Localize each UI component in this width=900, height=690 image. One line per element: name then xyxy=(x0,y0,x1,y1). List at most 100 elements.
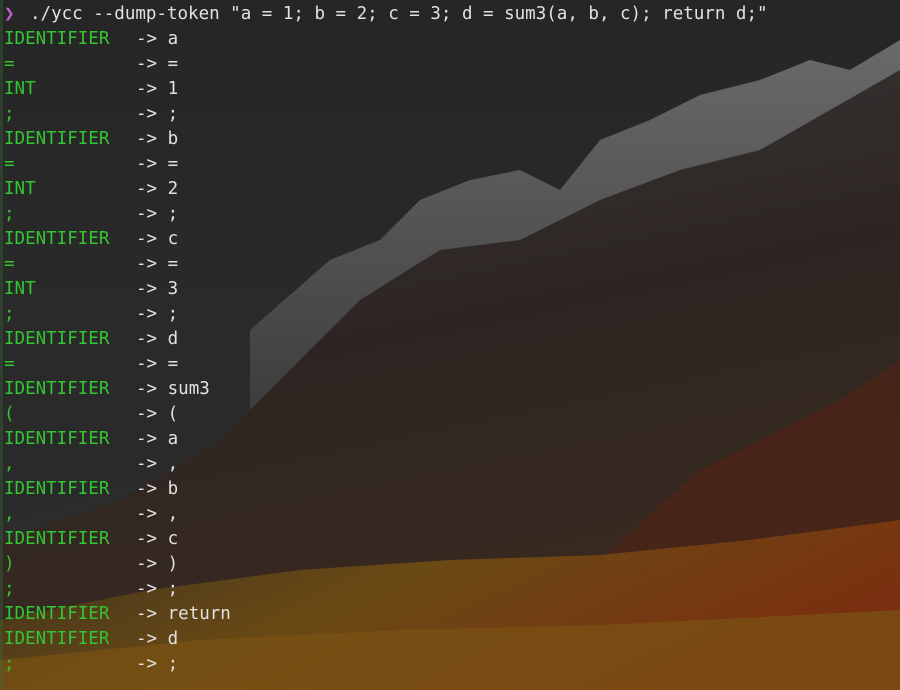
token-value: ; xyxy=(167,204,179,224)
token-type: = xyxy=(4,354,15,374)
token-line: = -> = xyxy=(4,252,900,277)
token-arrow: -> xyxy=(136,654,158,674)
token-list: IDENTIFIER -> a = -> = INT -> 1; -> ; IDENTIFIE… xyxy=(4,27,900,677)
token-arrow: -> xyxy=(136,629,158,649)
token-type: ; xyxy=(4,104,15,124)
token-type: IDENTIFIER xyxy=(4,329,110,349)
token-value: ; xyxy=(167,304,179,324)
token-line: IDENTIFIER -> b xyxy=(4,477,900,502)
token-line: ; -> ; xyxy=(4,302,900,327)
token-arrow: -> xyxy=(136,379,158,399)
token-arrow: -> xyxy=(136,479,158,499)
token-type: = xyxy=(4,254,15,274)
token-value: 2 xyxy=(167,179,179,199)
token-arrow: -> xyxy=(136,154,158,174)
token-type: IDENTIFIER xyxy=(4,29,110,49)
token-value: = xyxy=(167,154,179,174)
token-arrow: -> xyxy=(136,504,158,524)
token-value: return xyxy=(167,604,231,624)
token-type: IDENTIFIER xyxy=(4,429,110,449)
token-value: ) xyxy=(167,554,179,574)
token-line: IDENTIFIER -> a xyxy=(4,27,900,52)
token-line: IDENTIFIER -> b xyxy=(4,127,900,152)
token-type: ( xyxy=(4,404,15,424)
token-type: IDENTIFIER xyxy=(4,229,110,249)
token-type: , xyxy=(4,454,15,474)
token-line: , -> , xyxy=(4,452,900,477)
token-arrow: -> xyxy=(136,179,158,199)
token-arrow: -> xyxy=(136,304,158,324)
token-line: ) -> ) xyxy=(4,552,900,577)
prompt-chevron-icon: ❯ xyxy=(4,4,15,24)
token-type: IDENTIFIER xyxy=(4,629,110,649)
token-value: = xyxy=(167,354,179,374)
token-arrow: -> xyxy=(136,329,158,349)
token-value: a xyxy=(167,29,179,49)
token-value: = xyxy=(167,54,179,74)
token-type: INT xyxy=(4,179,36,199)
token-value: ; xyxy=(167,654,179,674)
token-arrow: -> xyxy=(136,104,158,124)
token-arrow: -> xyxy=(136,529,158,549)
token-line: ; -> ; xyxy=(4,577,900,602)
token-line: IDENTIFIER -> d xyxy=(4,327,900,352)
token-type: IDENTIFIER xyxy=(4,529,110,549)
token-arrow: -> xyxy=(136,229,158,249)
token-type: IDENTIFIER xyxy=(4,604,110,624)
token-arrow: -> xyxy=(136,354,158,374)
token-line: ; -> ; xyxy=(4,202,900,227)
token-value: ; xyxy=(167,579,179,599)
command-line: ❯ ./ycc --dump-token "a = 1; b = 2; c = 3… xyxy=(4,2,900,27)
token-line: INT -> 2 xyxy=(4,177,900,202)
token-type: ; xyxy=(4,579,15,599)
token-type: INT xyxy=(4,79,36,99)
token-line: ; -> ; xyxy=(4,652,900,677)
token-arrow: -> xyxy=(136,579,158,599)
command-text: ./ycc --dump-token "a = 1; b = 2; c = 3;… xyxy=(30,4,768,24)
token-value: b xyxy=(167,129,179,149)
token-line: INT -> 1 xyxy=(4,77,900,102)
token-arrow: -> xyxy=(136,129,158,149)
token-arrow: -> xyxy=(136,454,158,474)
token-arrow: -> xyxy=(136,79,158,99)
token-value: d xyxy=(167,629,179,649)
token-value: ; xyxy=(167,104,179,124)
token-value: b xyxy=(167,479,179,499)
token-line: IDENTIFIER -> a xyxy=(4,427,900,452)
token-value: a xyxy=(167,429,179,449)
terminal-output[interactable]: ❯ ./ycc --dump-token "a = 1; b = 2; c = 3… xyxy=(0,0,900,690)
token-value: c xyxy=(167,229,179,249)
token-line: IDENTIFIER -> d xyxy=(4,627,900,652)
token-type: IDENTIFIER xyxy=(4,479,110,499)
token-arrow: -> xyxy=(136,254,158,274)
token-type: INT xyxy=(4,279,36,299)
token-arrow: -> xyxy=(136,54,158,74)
token-line: (-> ( xyxy=(4,402,900,427)
token-value: d xyxy=(167,329,179,349)
token-value: = xyxy=(167,254,179,274)
token-value: ( xyxy=(167,404,179,424)
token-value: , xyxy=(167,454,179,474)
token-value: , xyxy=(167,504,179,524)
token-value: sum3 xyxy=(167,379,210,399)
token-arrow: -> xyxy=(136,429,158,449)
token-type: ) xyxy=(4,554,15,574)
token-type: ; xyxy=(4,204,15,224)
token-arrow: -> xyxy=(136,604,158,624)
token-line: IDENTIFIER -> sum3 xyxy=(4,377,900,402)
token-type: , xyxy=(4,504,15,524)
token-type: ; xyxy=(4,654,15,674)
token-line: IDENTIFIER -> return xyxy=(4,602,900,627)
token-line: = -> = xyxy=(4,352,900,377)
token-type: IDENTIFIER xyxy=(4,379,110,399)
token-arrow: -> xyxy=(136,554,158,574)
token-value: 1 xyxy=(167,79,179,99)
token-line: = -> = xyxy=(4,52,900,77)
token-type: ; xyxy=(4,304,15,324)
token-arrow: -> xyxy=(136,29,158,49)
token-line: = -> = xyxy=(4,152,900,177)
token-type: = xyxy=(4,54,15,74)
token-line: INT -> 3 xyxy=(4,277,900,302)
token-line: ; -> ; xyxy=(4,102,900,127)
token-value: 3 xyxy=(167,279,179,299)
